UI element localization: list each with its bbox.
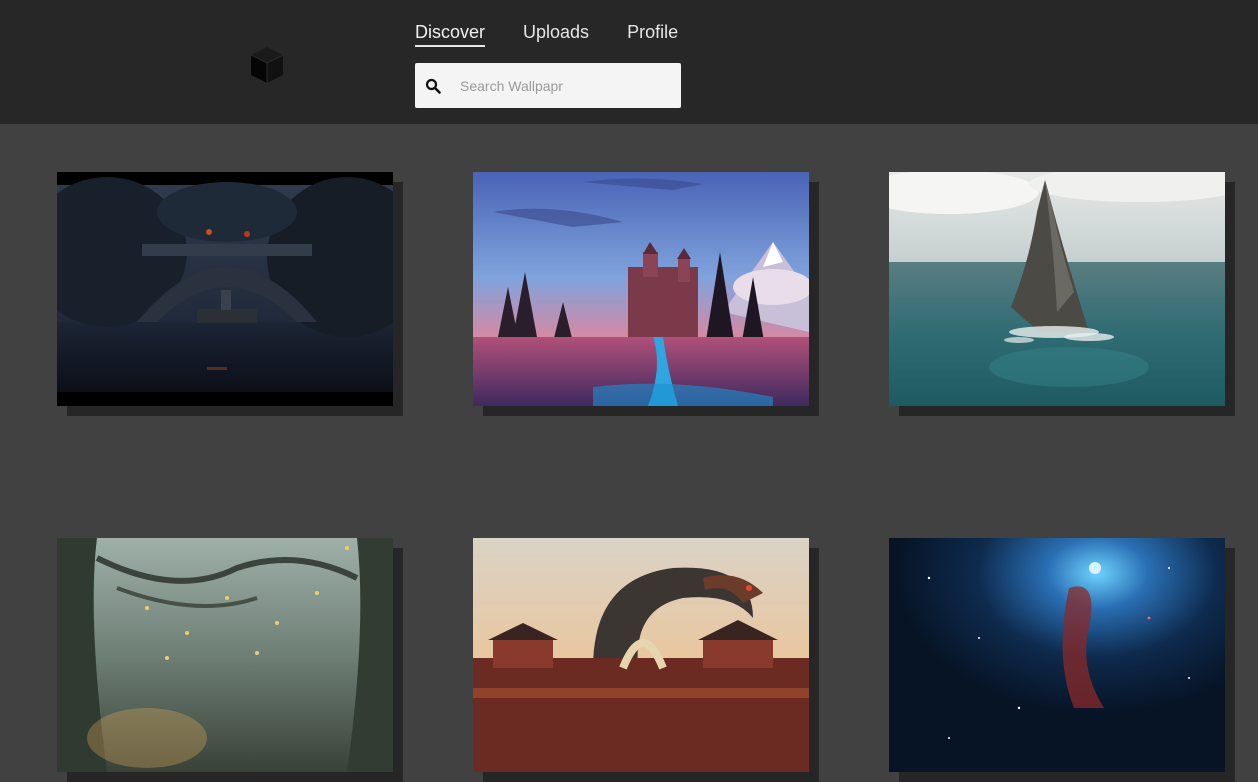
main-nav: Discover Uploads Profile [415,22,678,47]
wallpaper-grid [0,124,1258,782]
wallpaper-thumbnail[interactable] [473,538,809,772]
cube-logo-icon[interactable] [248,45,286,85]
wallpaper-card-castle-sunset[interactable] [473,172,819,416]
wallpaper-thumbnail[interactable] [57,172,393,406]
search-input[interactable] [460,77,660,94]
wallpaper-card-sea-rock[interactable] [889,172,1235,416]
wallpaper-card-dragon-pagoda[interactable] [473,538,819,782]
search-bar[interactable] [415,63,681,108]
wallpaper-thumbnail[interactable] [57,538,393,772]
wallpaper-card-blue-nebula[interactable] [889,538,1235,782]
top-navigation-bar: Discover Uploads Profile [0,0,1258,124]
nav-profile[interactable]: Profile [627,22,678,47]
nav-uploads[interactable]: Uploads [523,22,589,47]
nav-discover[interactable]: Discover [415,22,486,47]
wallpaper-thumbnail[interactable] [473,172,809,406]
wallpaper-thumbnail[interactable] [889,172,1225,406]
search-icon [425,78,441,94]
wallpaper-card-dark-bridge[interactable] [57,172,403,416]
wallpaper-thumbnail[interactable] [889,538,1225,772]
wallpaper-card-misty-forest[interactable] [57,538,403,782]
